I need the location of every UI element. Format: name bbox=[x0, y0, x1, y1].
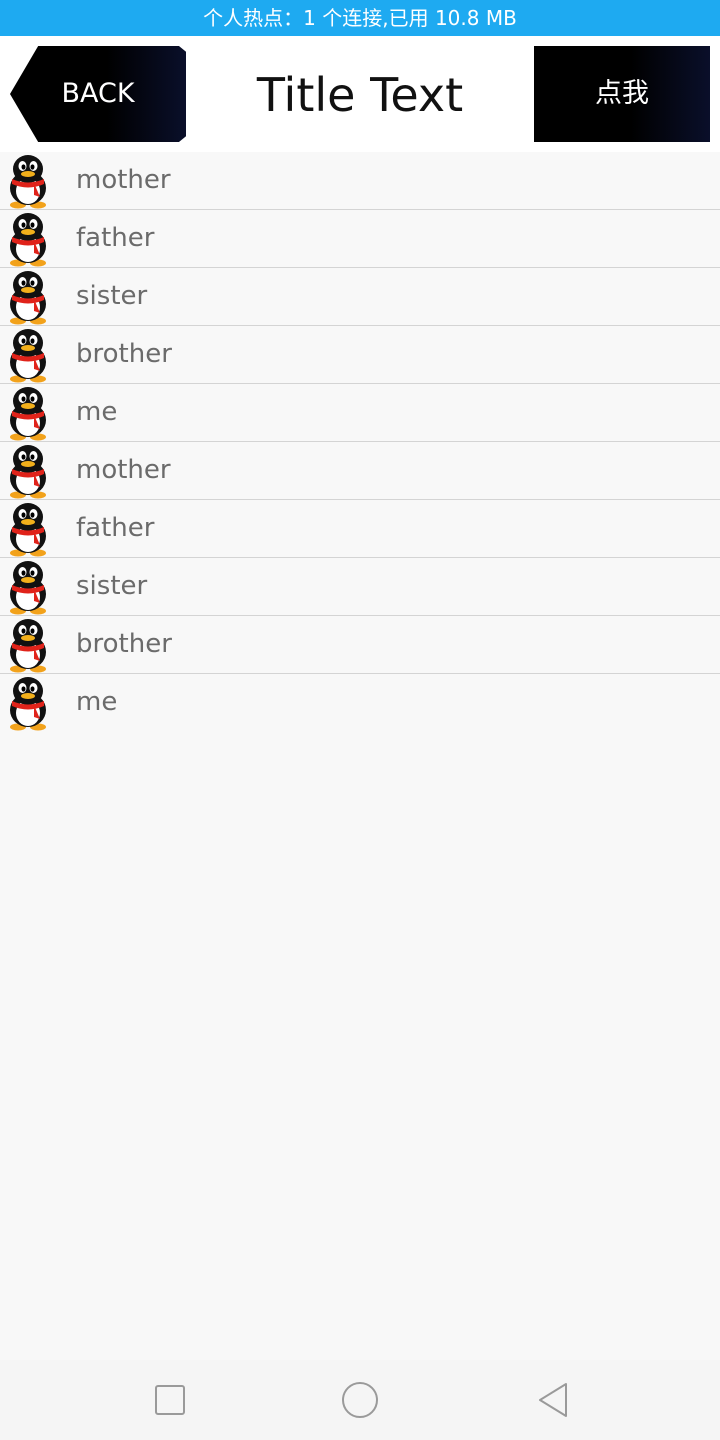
penguin-avatar-icon bbox=[4, 327, 52, 383]
list-item[interactable]: brother bbox=[0, 326, 720, 384]
list-item-label: me bbox=[76, 687, 118, 717]
list-item-label: me bbox=[76, 397, 118, 427]
list-item[interactable]: me bbox=[0, 674, 720, 731]
list-item[interactable]: mother bbox=[0, 442, 720, 500]
back-triangle-icon[interactable] bbox=[532, 1378, 576, 1422]
click-me-button[interactable]: 点我 bbox=[534, 46, 710, 142]
penguin-avatar-icon bbox=[4, 559, 52, 615]
list-item[interactable]: me bbox=[0, 384, 720, 442]
list-item-label: brother bbox=[76, 629, 172, 659]
title-bar: BACK Title Text 点我 bbox=[0, 36, 720, 152]
recents-square-icon[interactable] bbox=[148, 1378, 192, 1422]
list-item[interactable]: father bbox=[0, 210, 720, 268]
list-item[interactable]: mother bbox=[0, 152, 720, 210]
list-item[interactable]: father bbox=[0, 500, 720, 558]
back-button[interactable]: BACK bbox=[10, 46, 186, 142]
list-item[interactable]: sister bbox=[0, 268, 720, 326]
list-item-label: father bbox=[76, 223, 155, 253]
list-item-label: mother bbox=[76, 455, 171, 485]
list-item[interactable]: brother bbox=[0, 616, 720, 674]
penguin-avatar-icon bbox=[4, 675, 52, 731]
home-circle-icon[interactable] bbox=[338, 1378, 382, 1422]
list-item-label: father bbox=[76, 513, 155, 543]
list-item-label: brother bbox=[76, 339, 172, 369]
penguin-avatar-icon bbox=[4, 153, 52, 209]
penguin-avatar-icon bbox=[4, 385, 52, 441]
penguin-avatar-icon bbox=[4, 211, 52, 267]
penguin-avatar-icon bbox=[4, 269, 52, 325]
list-item-label: sister bbox=[76, 571, 148, 601]
hotspot-status-text: 个人热点：1 个连接,已用 10.8 MB bbox=[203, 6, 517, 30]
family-list: mother father sister brother me mother f… bbox=[0, 152, 720, 731]
list-item[interactable]: sister bbox=[0, 558, 720, 616]
back-button-label: BACK bbox=[61, 78, 135, 109]
status-bar: 个人热点：1 个连接,已用 10.8 MB bbox=[0, 0, 720, 36]
click-me-button-label: 点我 bbox=[595, 78, 649, 109]
penguin-avatar-icon bbox=[4, 501, 52, 557]
penguin-avatar-icon bbox=[4, 443, 52, 499]
penguin-avatar-icon bbox=[4, 617, 52, 673]
list-item-label: mother bbox=[76, 165, 171, 195]
list-item-label: sister bbox=[76, 281, 148, 311]
page-title: Title Text bbox=[256, 68, 464, 122]
system-nav-bar bbox=[0, 1360, 720, 1440]
